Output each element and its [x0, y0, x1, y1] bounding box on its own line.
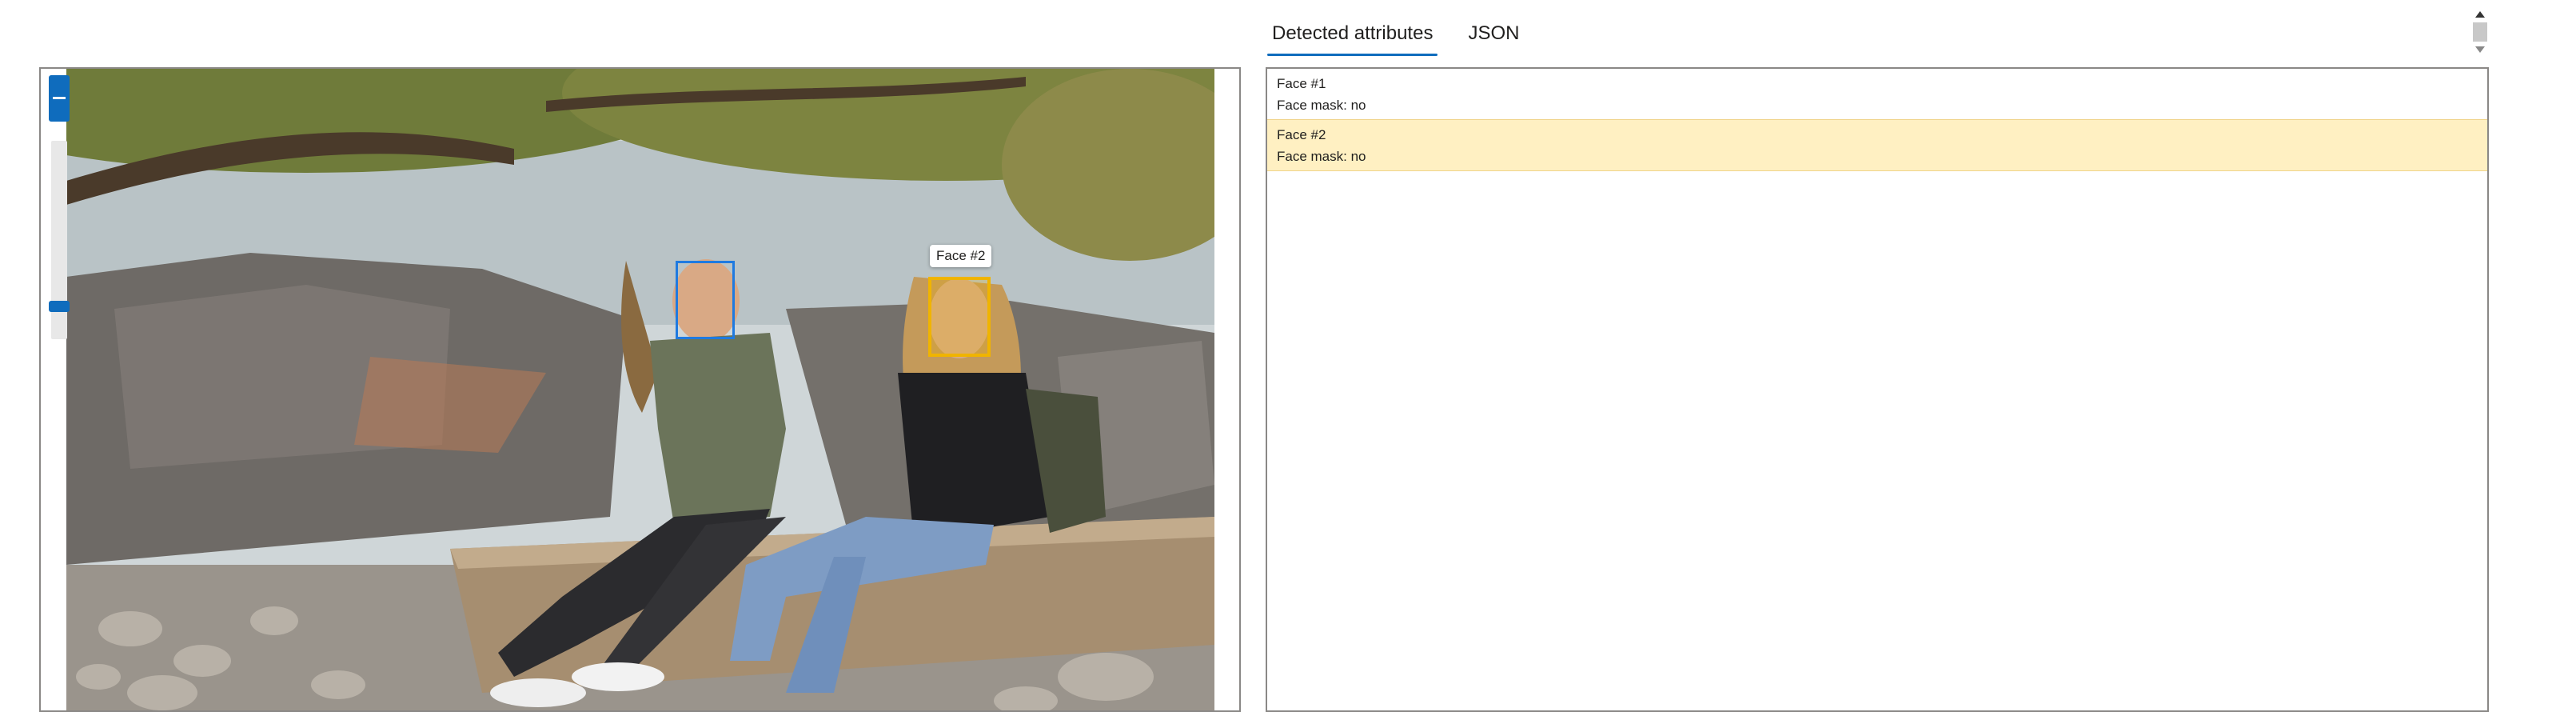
scroll-up-arrow-icon[interactable] [2475, 11, 2485, 18]
zoom-slider[interactable] [49, 75, 70, 339]
image-viewer: Face #2 [39, 67, 1241, 712]
zoom-out-icon[interactable] [49, 75, 70, 122]
face-item-2[interactable]: Face #2 Face mask: no [1267, 119, 2487, 171]
page-scrollbar[interactable] [2473, 11, 2487, 54]
zoom-thumb[interactable] [49, 301, 70, 312]
face-item-1[interactable]: Face #1 Face mask: no [1267, 69, 2487, 119]
face-title: Face #2 [1277, 127, 1326, 142]
face-tooltip: Face #2 [930, 245, 992, 267]
scroll-thumb[interactable] [2473, 22, 2487, 42]
face-2-box[interactable] [928, 277, 991, 357]
scroll-down-arrow-icon[interactable] [2475, 46, 2485, 53]
detected-attributes-panel: Face #1 Face mask: no Face #2 Face mask:… [1266, 67, 2489, 712]
tab-json[interactable]: JSON [1463, 14, 1524, 56]
face-1-box[interactable] [676, 261, 735, 339]
face-mask-value: Face mask: no [1277, 98, 1366, 113]
analyzed-photo: Face #2 [66, 69, 1214, 710]
tab-detected-attributes[interactable]: Detected attributes [1267, 14, 1438, 56]
photo-illustration [66, 69, 1214, 710]
result-tabs: Detected attributes JSON [1267, 14, 1524, 56]
face-mask-value: Face mask: no [1277, 149, 1366, 164]
face-title: Face #1 [1277, 76, 1326, 91]
